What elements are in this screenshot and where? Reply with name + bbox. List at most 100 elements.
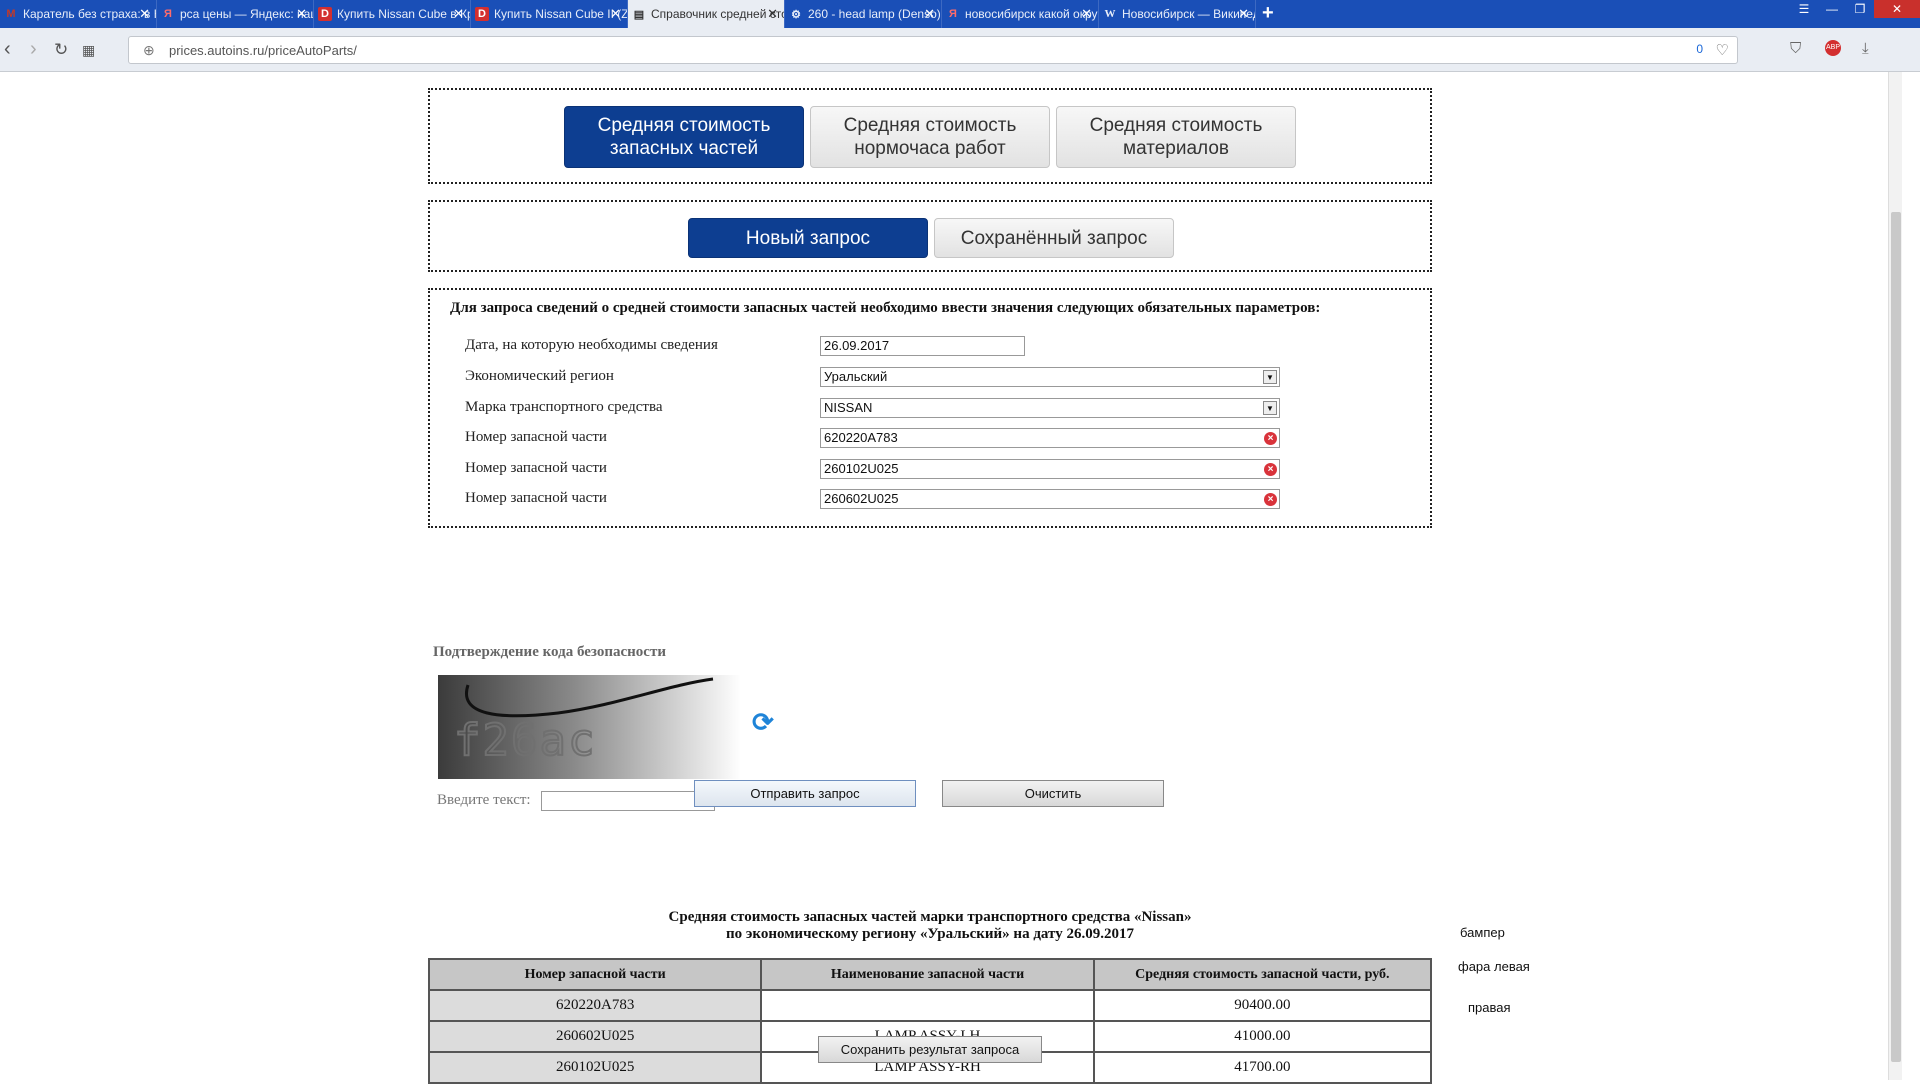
tab-parts-cost[interactable]: Средняя стоимость запасных частей	[564, 106, 804, 168]
brand-select[interactable]: NISSAN ▼	[820, 398, 1280, 418]
close-tab-icon[interactable]: ✕	[1081, 6, 1092, 22]
close-tab-icon[interactable]: ✕	[296, 6, 307, 22]
result-title-line: по экономическому региону «Уральский» на…	[726, 926, 1134, 942]
scrollbar-thumb[interactable]	[1891, 212, 1901, 1062]
grid-icon[interactable]: ▦	[82, 42, 95, 59]
close-tab-icon[interactable]: ✕	[924, 6, 935, 22]
form-title: Для запроса сведений о средней стоимости…	[450, 300, 1321, 316]
category-tabs-box: Средняя стоимость запасных частей Средня…	[428, 88, 1432, 184]
brand-value: NISSAN	[824, 400, 873, 415]
result-title-line: Средняя стоимость запасных частей марки …	[668, 909, 1192, 925]
browser-tab[interactable]: D Купить Nissan Cube в Кра ✕	[314, 0, 471, 28]
badge-counter[interactable]: 0	[1696, 42, 1703, 56]
globe-icon: ⊕	[143, 42, 155, 58]
tab-favicon-icon: Я	[949, 8, 957, 20]
submit-request-button[interactable]: Отправить запрос	[694, 780, 916, 807]
note-text: бампер	[1460, 925, 1505, 940]
tab-favicon-icon: ▤	[633, 8, 645, 21]
download-icon[interactable]: ⤓	[1862, 40, 1869, 57]
back-icon[interactable]: ‹	[4, 38, 11, 61]
part-name-cell	[760, 989, 1095, 1022]
close-tab-icon[interactable]: ✕	[139, 6, 150, 22]
part-number-cell: 260102U025	[427, 1051, 763, 1084]
browser-tab[interactable]: Я рса цены — Яндекс: нашл ✕	[157, 0, 314, 28]
tab-label: рса цены — Яндекс: нашл	[180, 7, 313, 21]
tab-label: Купить Nissan Cube II (Z11	[494, 7, 627, 21]
captcha-input[interactable]	[541, 791, 715, 811]
close-tab-icon[interactable]: ✕	[767, 6, 778, 22]
part-price-cell: 90400.00	[1092, 989, 1433, 1022]
captcha-input-label: Введите текст:	[437, 792, 531, 808]
page-scrollbar[interactable]	[1888, 72, 1902, 1080]
tab-label: 260 - head lamp (Denso) ф	[808, 7, 941, 21]
part-number-cell: 620220A783	[427, 989, 763, 1022]
brand-label: Марка транспортного средства	[465, 399, 663, 415]
table-header-row: Номер запасной части Наименование запасн…	[427, 958, 1433, 991]
shield-icon[interactable]: ⛉	[1790, 40, 1801, 57]
tab-label: Справочник средней сто	[651, 7, 784, 21]
close-tab-icon[interactable]: ✕	[1238, 6, 1249, 22]
browser-tab-active[interactable]: ▤ Справочник средней сто ✕	[628, 0, 785, 28]
part-number-cell: 260602U025	[427, 1020, 763, 1053]
tab-favicon-icon: Я	[164, 8, 172, 20]
minimize-icon[interactable]: —	[1818, 0, 1846, 18]
table-row: 620220A783 90400.00	[427, 989, 1433, 1022]
menu-icon[interactable]: ☰	[1790, 0, 1818, 18]
close-tab-icon[interactable]: ✕	[610, 6, 621, 22]
new-tab-button[interactable]: +	[1262, 2, 1274, 25]
save-result-button[interactable]: Сохранить результат запроса	[818, 1036, 1042, 1063]
reload-icon[interactable]: ↻	[54, 40, 68, 60]
clear-field-icon[interactable]: ×	[1264, 493, 1277, 506]
captcha-code: f26ac	[453, 714, 597, 767]
url-text[interactable]: prices.autoins.ru/priceAutoParts/	[169, 43, 357, 58]
date-field[interactable]: 26.09.2017	[820, 336, 1025, 356]
tab-label: Новосибирск — Википед	[1122, 7, 1255, 21]
region-value: Уральский	[824, 369, 888, 384]
column-header: Номер запасной части	[427, 958, 763, 991]
window-controls: ☰ — ❐ ✕	[1790, 0, 1920, 20]
forward-icon[interactable]: ›	[30, 38, 37, 61]
tab-label: Каратель без страха: в Но	[23, 7, 156, 21]
part-number-label: Номер запасной части	[465, 460, 607, 476]
dropdown-arrow-icon[interactable]: ▼	[1263, 370, 1277, 384]
part-number-value: 260102U025	[824, 461, 899, 476]
clear-field-icon[interactable]: ×	[1264, 463, 1277, 476]
tab-saved-request[interactable]: Сохранённый запрос	[934, 218, 1174, 258]
region-select[interactable]: Уральский ▼	[820, 367, 1280, 387]
close-tab-icon[interactable]: ✕	[453, 6, 464, 22]
clear-button[interactable]: Очистить	[942, 780, 1164, 807]
address-toolbar: ‹ › ↻ ▦ ⊕ prices.autoins.ru/priceAutoPar…	[0, 28, 1920, 72]
part-number-field[interactable]: 260102U025 ×	[820, 459, 1280, 479]
request-tabs-box: Новый запрос Сохранённый запрос	[428, 200, 1432, 272]
refresh-captcha-icon[interactable]: ⟳	[752, 709, 776, 735]
part-number-value: 620220A783	[824, 430, 898, 445]
url-bar[interactable]: ⊕ prices.autoins.ru/priceAutoParts/ 0 ♡	[128, 36, 1738, 64]
part-price-cell: 41700.00	[1092, 1051, 1433, 1084]
part-number-field[interactable]: 260602U025 ×	[820, 489, 1280, 509]
clear-field-icon[interactable]: ×	[1264, 432, 1277, 445]
maximize-icon[interactable]: ❐	[1846, 0, 1874, 18]
browser-tab[interactable]: D Купить Nissan Cube II (Z11 ✕	[471, 0, 628, 28]
part-number-label: Номер запасной части	[465, 490, 607, 506]
heart-icon[interactable]: ♡	[1716, 41, 1729, 59]
tab-favicon-icon: W	[1104, 8, 1116, 20]
dropdown-arrow-icon[interactable]: ▼	[1263, 401, 1277, 415]
tab-label: Купить Nissan Cube в Кра	[337, 7, 470, 21]
browser-tab[interactable]: Я новосибирск какой окру ✕	[942, 0, 1099, 28]
part-number-field[interactable]: 620220A783 ×	[820, 428, 1280, 448]
adblock-icon[interactable]: ABP	[1825, 40, 1841, 56]
tab-materials-cost[interactable]: Средняя стоимость материалов	[1056, 106, 1296, 168]
tab-labor-cost[interactable]: Средняя стоимость нормочаса работ	[810, 106, 1050, 168]
note-text: правая	[1468, 1000, 1511, 1015]
tab-favicon-icon: M	[6, 8, 16, 20]
column-header: Наименование запасной части	[760, 958, 1095, 991]
browser-tab[interactable]: M Каратель без страха: в Но ✕	[0, 0, 157, 28]
tab-new-request[interactable]: Новый запрос	[688, 218, 928, 258]
browser-tab[interactable]: W Новосибирск — Википед ✕	[1099, 0, 1256, 28]
result-table: Номер запасной части Наименование запасн…	[427, 958, 1433, 1084]
browser-tab-bar: M Каратель без страха: в Но ✕ Я рса цены…	[0, 0, 1920, 28]
close-window-icon[interactable]: ✕	[1874, 0, 1920, 18]
captcha-title: Подтверждение кода безопасности	[433, 644, 666, 660]
page-content: Средняя стоимость запасных частей Средня…	[0, 72, 1888, 1084]
browser-tab[interactable]: ⚙ 260 - head lamp (Denso) ф ✕	[785, 0, 942, 28]
